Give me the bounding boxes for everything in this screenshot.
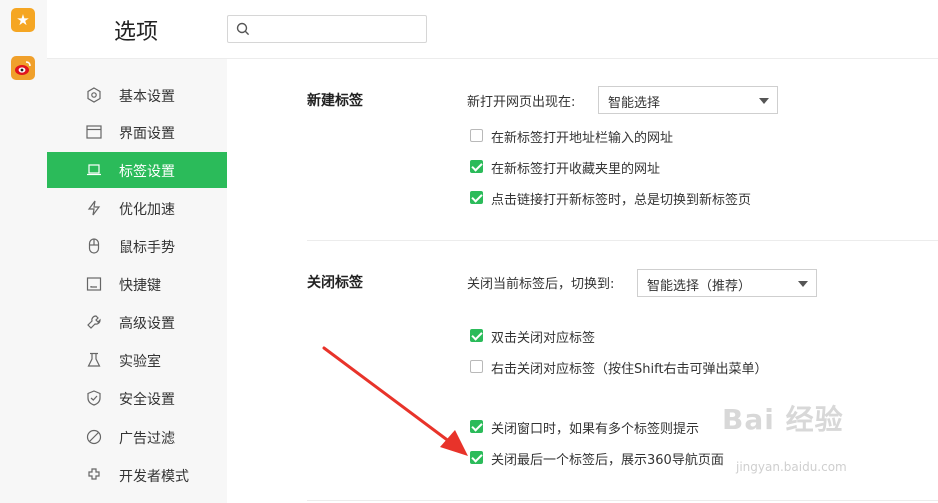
sidebar-item-label: 鼠标手势	[119, 240, 175, 256]
sidebar-item-label: 优化加速	[119, 202, 175, 218]
left-rail: ★	[0, 0, 48, 503]
page-title: 选项	[114, 20, 159, 45]
sidebar-item-label: 标签设置	[119, 164, 175, 180]
search-input[interactable]	[227, 15, 427, 43]
open-location-select[interactable]: 智能选择	[598, 86, 778, 114]
sidebar-item-shortcuts[interactable]: 快捷键	[47, 266, 227, 302]
after-close-switch-label: 关闭当前标签后，切换到:	[467, 277, 615, 292]
sidebar-item-optimize[interactable]: 优化加速	[47, 190, 227, 226]
after-close-switch-select[interactable]: 智能选择（推荐）	[637, 269, 817, 297]
mouse-icon	[88, 238, 100, 254]
select-value: 智能选择	[608, 96, 661, 111]
window-icon	[86, 125, 102, 139]
sidebar-item-security[interactable]: 安全设置	[47, 380, 227, 416]
section-divider	[307, 240, 938, 241]
select-value: 智能选择（推荐）	[647, 279, 752, 294]
sidebar-item-lab[interactable]: 实验室	[47, 342, 227, 378]
checkbox-label: 关闭窗口时，如果有多个标签则提示	[491, 422, 700, 437]
options-header: 选项	[47, 0, 938, 59]
checkbox-label: 在新标签打开收藏夹里的网址	[491, 162, 661, 177]
weibo-icon[interactable]	[11, 56, 35, 80]
checkbox-label: 双击关闭对应标签	[491, 331, 596, 346]
sidebar-item-advanced[interactable]: 高级设置	[47, 304, 227, 340]
sidebar-item-adblock[interactable]: 广告过滤	[47, 419, 227, 455]
watermark-url: jingyan.baidu.com	[736, 460, 847, 474]
open-location-label: 新打开网页出现在:	[467, 95, 576, 110]
sidebar-item-label: 广告过滤	[119, 431, 175, 447]
sidebar-item-label: 基本设置	[119, 89, 175, 105]
block-icon	[86, 429, 102, 445]
lightning-icon	[87, 200, 101, 216]
shield-icon	[87, 390, 101, 406]
section-title-new-tab: 新建标签	[307, 93, 363, 109]
hexagon-icon	[87, 87, 101, 103]
checkbox-open-addressbar-in-new-tab[interactable]	[470, 129, 483, 142]
keyboard-icon	[86, 277, 102, 291]
sidebar-item-label: 实验室	[119, 354, 161, 370]
sidebar-item-label: 高级设置	[119, 316, 175, 332]
chevron-down-icon	[798, 281, 808, 287]
sidebar-item-label: 开发者模式	[119, 469, 189, 485]
sidebar-item-label: 快捷键	[119, 278, 161, 294]
search-icon	[236, 22, 250, 36]
checkbox-label: 右击关闭对应标签（按住Shift右击可弹出菜单）	[491, 362, 768, 377]
sidebar-item-developer[interactable]: 开发者模式	[47, 457, 227, 493]
checkbox-show-360-nav-on-last-close[interactable]	[470, 451, 483, 464]
favorites-star-icon[interactable]: ★	[11, 8, 35, 32]
chevron-down-icon	[759, 98, 769, 104]
watermark-brand: Bai 经验	[722, 403, 844, 436]
section-divider	[307, 500, 938, 501]
checkbox-right-click-close[interactable]	[470, 360, 483, 373]
checkbox-warn-multiple-tabs[interactable]	[470, 420, 483, 433]
checkbox-open-favorites-in-new-tab[interactable]	[470, 160, 483, 173]
checkbox-label: 关闭最后一个标签后，展示360导航页面	[491, 453, 724, 468]
checkbox-double-click-close[interactable]	[470, 329, 483, 342]
sidebar-item-label: 界面设置	[119, 126, 175, 142]
sidebar-item-label: 安全设置	[119, 392, 175, 408]
tab-icon	[87, 164, 101, 176]
checkbox-label: 在新标签打开地址栏输入的网址	[491, 131, 674, 146]
sidebar-item-basic[interactable]: 基本设置	[47, 77, 227, 113]
settings-sidebar: 基本设置 界面设置 标签设置 优化加速 鼠标手势 快捷键 高级设置 实验室 安全…	[47, 59, 227, 503]
sidebar-item-interface[interactable]: 界面设置	[47, 114, 227, 150]
flask-icon	[87, 352, 101, 367]
section-title-close-tab: 关闭标签	[307, 275, 363, 291]
checkbox-label: 点击链接打开新标签时，总是切换到新标签页	[491, 193, 752, 208]
sidebar-item-mouse-gestures[interactable]: 鼠标手势	[47, 228, 227, 264]
puzzle-icon	[88, 468, 100, 480]
checkbox-switch-to-new-tab[interactable]	[470, 191, 483, 204]
wrench-icon	[87, 315, 101, 329]
sidebar-item-tabs[interactable]: 标签设置	[47, 152, 227, 188]
